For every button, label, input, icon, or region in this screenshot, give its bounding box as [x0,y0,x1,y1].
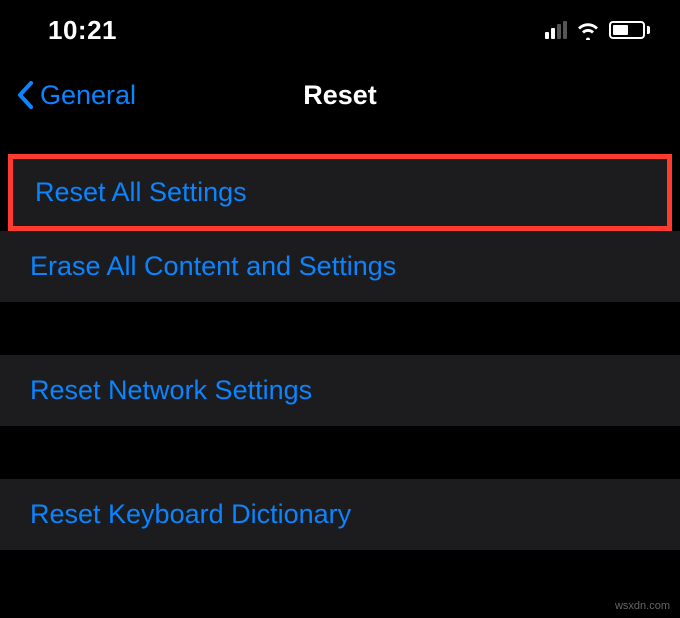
chevron-left-icon [16,80,36,110]
page-title: Reset [303,80,377,111]
watermark: wsxdn.com [615,600,670,612]
status-time: 10:21 [48,15,117,46]
content: Reset All Settings Erase All Content and… [0,130,680,550]
section-gap [0,427,680,479]
wifi-icon [575,20,601,40]
reset-network-settings-row[interactable]: Reset Network Settings [0,355,680,427]
cellular-signal-icon [545,21,567,39]
section-gap [0,303,680,355]
reset-keyboard-dictionary-row[interactable]: Reset Keyboard Dictionary [0,479,680,550]
row-label: Erase All Content and Settings [30,251,396,281]
back-label: General [40,80,136,111]
row-label: Reset Network Settings [30,375,312,405]
row-label: Reset All Settings [35,177,247,207]
row-label: Reset Keyboard Dictionary [30,499,351,529]
reset-all-settings-row[interactable]: Reset All Settings [13,159,667,226]
nav-bar: General Reset [0,60,680,130]
status-icons [545,20,650,40]
erase-all-content-row[interactable]: Erase All Content and Settings [0,231,680,303]
battery-icon [609,21,650,39]
back-button[interactable]: General [0,80,136,111]
highlight-box: Reset All Settings [8,154,672,231]
status-bar: 10:21 [0,0,680,60]
